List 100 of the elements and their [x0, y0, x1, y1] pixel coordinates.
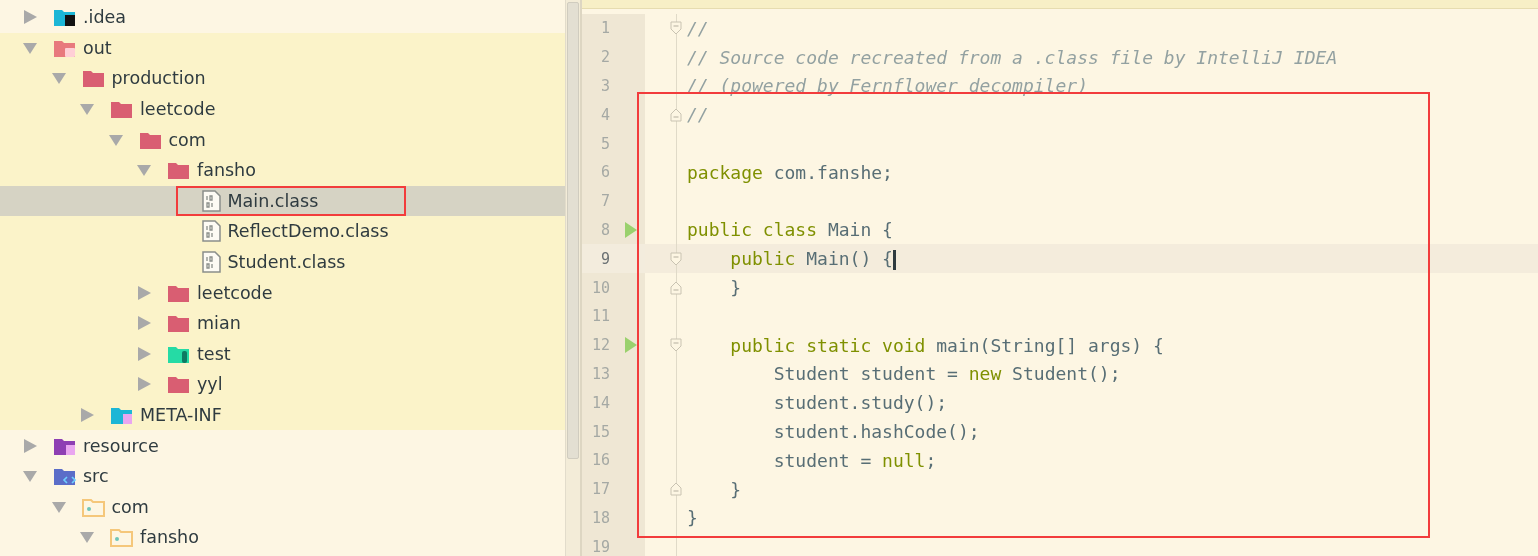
code-keyword: public [729, 247, 796, 269]
collapse-arrow-icon[interactable] [50, 499, 67, 514]
tree-row[interactable]: .idea [0, 2, 565, 33]
code-text: student.study(); [772, 392, 948, 414]
tree-row[interactable]: Main.class [0, 185, 565, 217]
tree-item-label: production [111, 68, 206, 89]
folder-icon [53, 466, 76, 487]
tree-row[interactable]: test [0, 338, 565, 370]
expand-arrow-icon[interactable] [79, 408, 95, 422]
fold-marker-icon[interactable] [670, 280, 682, 295]
fold-marker-icon[interactable] [670, 338, 682, 353]
tree-row[interactable]: yyl [0, 369, 565, 400]
expand-arrow-icon[interactable] [136, 285, 152, 300]
expand-arrow-icon[interactable] [22, 10, 38, 25]
tree-item-label: Student.class [227, 252, 346, 273]
code-comment: // [687, 104, 709, 126]
tree-item-label: resource [83, 435, 159, 456]
collapse-arrow-icon[interactable] [22, 40, 38, 55]
line-number: 19 [590, 537, 610, 556]
line-number: 14 [590, 393, 610, 412]
line-number: 13 [590, 364, 610, 383]
folder-icon [110, 405, 133, 425]
expand-arrow-icon[interactable] [136, 316, 152, 331]
fold-marker-icon[interactable] [670, 482, 682, 497]
tree-item-label: META-INF [140, 405, 222, 425]
collapse-arrow-icon[interactable] [79, 530, 95, 545]
tree-row[interactable]: META-INF [0, 399, 565, 431]
code-keyword: public class [687, 219, 818, 241]
collapse-arrow-icon[interactable] [22, 469, 38, 484]
code-text: main(String[] args) { [935, 334, 1164, 356]
tree-item-label: Main.class [227, 190, 319, 211]
code-text: } [687, 507, 698, 529]
tree-item-label: fansho [197, 160, 256, 181]
folder-icon [81, 496, 105, 517]
run-icon[interactable] [625, 337, 637, 354]
code-text: com.fanshe; [772, 161, 893, 183]
tree-item-label: com [111, 496, 149, 517]
line-number: 6 [599, 163, 610, 182]
code-keyword: null [882, 449, 926, 471]
code-text: ; [925, 449, 937, 471]
collapse-arrow-icon[interactable] [107, 132, 124, 147]
tree-item-label: .idea [83, 7, 127, 28]
code-comment: // [687, 17, 709, 39]
line-number: 1 [599, 19, 610, 38]
collapse-arrow-icon[interactable] [50, 71, 67, 86]
tree-row[interactable]: mian [0, 307, 565, 339]
line-number: 5 [599, 134, 610, 153]
run-icon[interactable] [625, 221, 637, 238]
expand-arrow-icon[interactable] [136, 377, 152, 392]
folder-icon [167, 374, 190, 395]
code-text: Student(); [1011, 363, 1121, 385]
code-text: Main { [826, 219, 893, 241]
fold-marker-icon[interactable] [670, 251, 682, 266]
folder-icon [53, 7, 76, 28]
line-number: 9 [599, 249, 610, 268]
collapse-arrow-icon[interactable] [79, 102, 95, 117]
tree-row[interactable]: leetcode [0, 277, 565, 308]
tree-item-label: yyl [197, 374, 223, 395]
folder-icon [110, 99, 133, 120]
tree-item-label: com [168, 129, 206, 150]
line-number: 12 [590, 336, 610, 355]
line-number: 2 [599, 48, 610, 67]
line-number: 3 [599, 77, 610, 95]
fold-marker-icon[interactable] [670, 107, 682, 122]
tree-row[interactable]: com [0, 124, 565, 155]
line-number: 18 [590, 508, 610, 527]
tree-row[interactable]: out [0, 32, 565, 64]
line-number: 15 [590, 422, 610, 441]
expand-arrow-icon[interactable] [136, 346, 152, 361]
line-number: 11 [590, 307, 610, 326]
tree-item-label: src [83, 466, 109, 487]
tree-row[interactable]: leetcode [0, 93, 565, 125]
tree-row[interactable]: ReflectDemo.class [0, 216, 565, 247]
tree-item-label: leetcode [140, 99, 216, 120]
tree-row[interactable]: src [0, 460, 565, 492]
fold-marker-icon[interactable] [670, 21, 682, 36]
line-number: 17 [590, 480, 610, 499]
tree-row[interactable]: Student.class [0, 246, 565, 278]
tree-row[interactable]: fansho [0, 154, 565, 186]
collapse-arrow-icon[interactable] [136, 163, 152, 178]
folder-icon [167, 313, 190, 334]
code-text: Main() { [805, 247, 893, 269]
tree-row[interactable]: com [0, 491, 565, 523]
folder-icon [110, 527, 133, 548]
tree-row[interactable]: fansho [0, 522, 565, 553]
tree-row[interactable]: resource [0, 430, 565, 461]
expand-arrow-icon[interactable] [22, 438, 38, 453]
line-number: 7 [599, 192, 610, 211]
code-text: student.hashCode(); [772, 421, 980, 443]
tree-row[interactable]: production [0, 63, 565, 94]
line-number: 16 [590, 451, 610, 470]
binary-file-icon [201, 220, 221, 243]
line-number: 10 [590, 278, 610, 297]
folder-icon [81, 68, 105, 89]
text-caret [892, 249, 896, 270]
tree-item-label: ReflectDemo.class [227, 221, 389, 242]
binary-file-icon [201, 189, 221, 212]
scrollbar-thumb[interactable] [567, 2, 579, 459]
line-number: 8 [599, 220, 610, 239]
tree-item-label: test [197, 343, 231, 364]
